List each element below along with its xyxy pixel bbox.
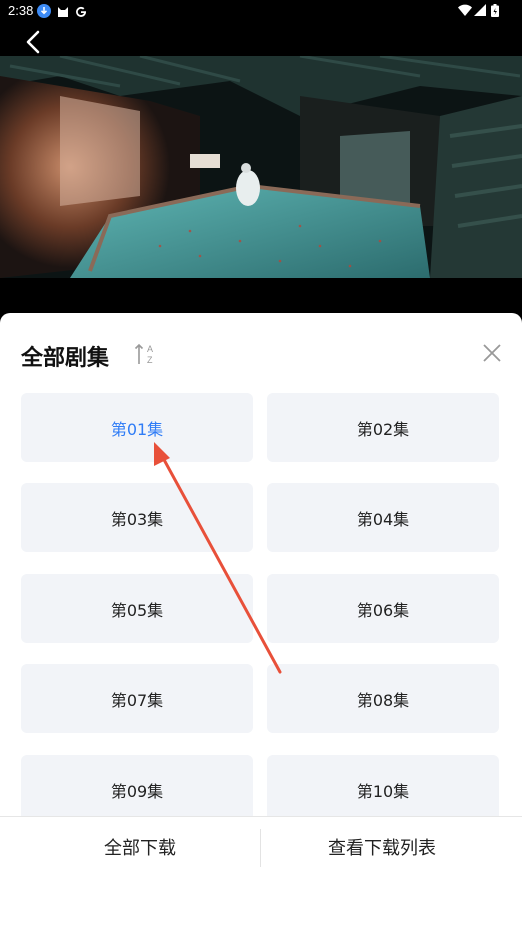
- battery-icon: [491, 4, 499, 17]
- wifi-icon: [458, 4, 472, 16]
- episode-item-09[interactable]: 第09集: [21, 755, 253, 816]
- svg-text:A: A: [147, 344, 153, 354]
- video-frame[interactable]: [0, 56, 522, 278]
- notification-google-icon: [76, 6, 87, 17]
- episode-item-05[interactable]: 第05集: [21, 574, 253, 643]
- sort-order-icon[interactable]: A Z: [133, 341, 159, 367]
- episode-item-10[interactable]: 第10集: [267, 755, 499, 816]
- episode-grid: 第01集 第02集 第03集 第04集 第05集 第06集 第07集 第08集 …: [0, 393, 522, 816]
- close-icon[interactable]: [481, 342, 503, 364]
- svg-text:Z: Z: [147, 355, 153, 365]
- episode-item-02[interactable]: 第02集: [267, 393, 499, 462]
- episode-item-06[interactable]: 第06集: [267, 574, 499, 643]
- episode-item-07[interactable]: 第07集: [21, 664, 253, 733]
- status-time: 2:38: [8, 3, 34, 18]
- back-arrow-icon[interactable]: [20, 28, 48, 56]
- view-download-list-button[interactable]: 查看下载列表: [262, 817, 502, 877]
- episode-item-01[interactable]: 第01集: [21, 393, 253, 462]
- episode-item-03[interactable]: 第03集: [21, 483, 253, 552]
- episode-item-04[interactable]: 第04集: [267, 483, 499, 552]
- sheet-title: 全部剧集: [21, 346, 110, 371]
- episode-item-08[interactable]: 第08集: [267, 664, 499, 733]
- divider: [260, 829, 261, 867]
- notification-download-icon: [37, 4, 51, 18]
- video-header: 2:38: [0, 0, 522, 313]
- status-bar: 2:38: [0, 0, 522, 24]
- signal-icon: [474, 4, 486, 16]
- bottom-action-bar: 全部下载 查看下载列表: [0, 816, 522, 929]
- notification-cat-icon: [58, 7, 68, 17]
- download-all-button[interactable]: 全部下载: [20, 817, 260, 877]
